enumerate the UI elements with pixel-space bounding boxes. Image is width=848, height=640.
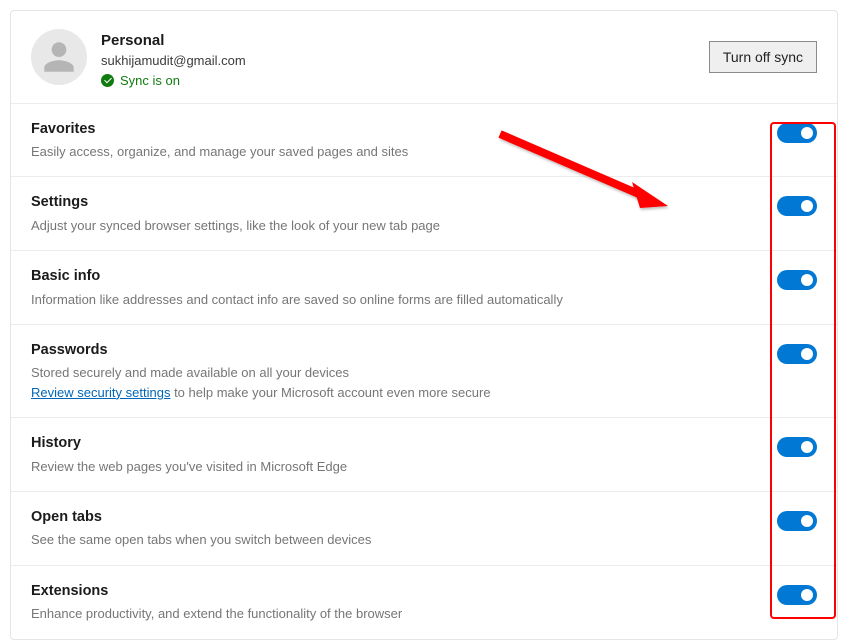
setting-row-favorites: Favorites Easily access, organize, and m…	[11, 103, 837, 177]
profile-header: Personal sukhijamudit@gmail.com Sync is …	[11, 11, 837, 103]
setting-desc: Adjust your synced browser settings, lik…	[31, 216, 757, 236]
setting-row-passwords: Passwords Stored securely and made avail…	[11, 324, 837, 417]
setting-title: Settings	[31, 192, 757, 212]
setting-row-basic-info: Basic info Information like addresses an…	[11, 250, 837, 324]
setting-row-settings: Settings Adjust your synced browser sett…	[11, 176, 837, 250]
setting-desc: Enhance productivity, and extend the fun…	[31, 604, 757, 624]
toggle-history[interactable]	[777, 437, 817, 457]
setting-text: History Review the web pages you've visi…	[31, 433, 777, 476]
toggle-settings[interactable]	[777, 196, 817, 216]
toggle-open-tabs[interactable]	[777, 511, 817, 531]
review-security-settings-link[interactable]: Review security settings	[31, 385, 170, 400]
check-circle-icon	[101, 74, 114, 87]
setting-row-extensions: Extensions Enhance productivity, and ext…	[11, 565, 837, 639]
setting-title: History	[31, 433, 757, 453]
setting-row-history: History Review the web pages you've visi…	[11, 417, 837, 491]
setting-title: Extensions	[31, 581, 757, 601]
setting-text: Basic info Information like addresses an…	[31, 266, 777, 309]
setting-row-open-tabs: Open tabs See the same open tabs when yo…	[11, 491, 837, 565]
sync-status-text: Sync is on	[120, 73, 180, 88]
setting-text: Open tabs See the same open tabs when yo…	[31, 507, 777, 550]
setting-title: Basic info	[31, 266, 757, 286]
setting-text: Extensions Enhance productivity, and ext…	[31, 581, 777, 624]
setting-desc: Stored securely and made available on al…	[31, 363, 757, 402]
setting-title: Passwords	[31, 340, 757, 360]
setting-text: Favorites Easily access, organize, and m…	[31, 119, 777, 162]
turn-off-sync-button[interactable]: Turn off sync	[709, 41, 817, 73]
toggle-passwords[interactable]	[777, 344, 817, 364]
toggle-extensions[interactable]	[777, 585, 817, 605]
person-icon	[41, 39, 77, 75]
setting-text: Passwords Stored securely and made avail…	[31, 340, 777, 402]
setting-desc: Information like addresses and contact i…	[31, 290, 757, 310]
sync-settings-card: Personal sukhijamudit@gmail.com Sync is …	[10, 10, 838, 640]
setting-desc: Easily access, organize, and manage your…	[31, 142, 757, 162]
profile-info: Personal sukhijamudit@gmail.com Sync is …	[101, 29, 709, 88]
setting-desc: See the same open tabs when you switch b…	[31, 530, 757, 550]
passwords-desc-pre: Stored securely and made available on al…	[31, 365, 349, 380]
sync-status: Sync is on	[101, 73, 709, 88]
setting-title: Favorites	[31, 119, 757, 139]
passwords-desc-post: to help make your Microsoft account even…	[170, 385, 490, 400]
profile-email: sukhijamudit@gmail.com	[101, 52, 709, 70]
toggle-basic-info[interactable]	[777, 270, 817, 290]
setting-desc: Review the web pages you've visited in M…	[31, 457, 757, 477]
profile-name: Personal	[101, 31, 709, 51]
toggle-favorites[interactable]	[777, 123, 817, 143]
setting-text: Settings Adjust your synced browser sett…	[31, 192, 777, 235]
avatar	[31, 29, 87, 85]
setting-title: Open tabs	[31, 507, 757, 527]
